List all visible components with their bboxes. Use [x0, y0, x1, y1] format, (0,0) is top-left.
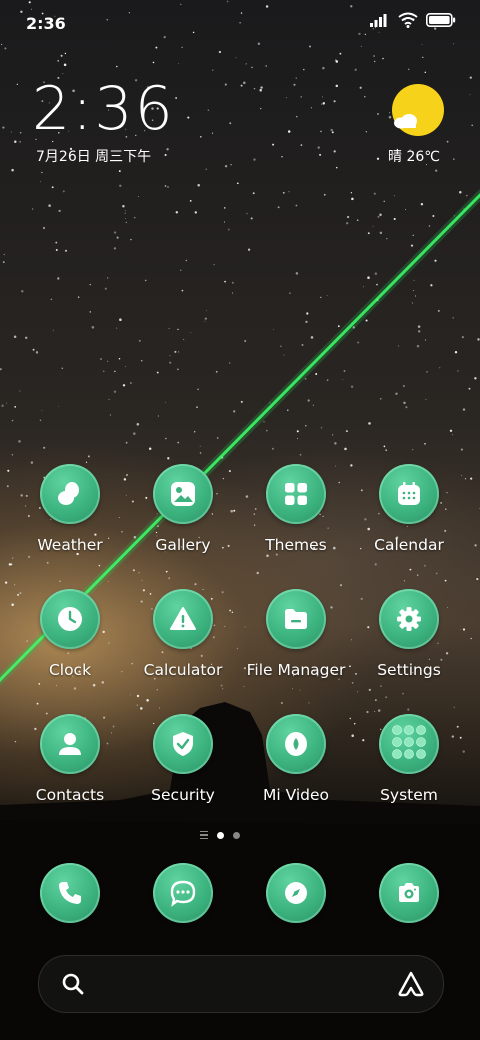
battery-icon — [426, 13, 456, 27]
wifi-icon — [398, 12, 418, 28]
file-manager-icon — [266, 589, 326, 649]
dock-phone[interactable] — [15, 863, 125, 923]
page-list-icon — [200, 831, 208, 840]
gallery-icon — [153, 464, 213, 524]
dock-camera[interactable] — [354, 863, 464, 923]
widget-clock-time[interactable]: 2:36 — [32, 74, 175, 144]
app-label: Themes — [265, 536, 327, 554]
app-label: System — [380, 786, 438, 804]
app-label: Security — [151, 786, 215, 804]
messages-icon — [153, 863, 213, 923]
page-dot-1 — [217, 831, 224, 839]
app-label: Gallery — [155, 536, 211, 554]
contacts-icon — [40, 714, 100, 774]
status-time: 2:36 — [26, 14, 66, 33]
cloud-icon — [394, 114, 417, 129]
app-calculator[interactable]: Calculator — [128, 589, 238, 679]
security-icon — [153, 714, 213, 774]
browser-compass-icon — [266, 863, 326, 923]
search-bar[interactable] — [38, 955, 444, 1013]
app-mi-video[interactable]: Mi Video — [241, 714, 351, 804]
app-contacts[interactable]: Contacts — [15, 714, 125, 804]
app-label: Calendar — [374, 536, 444, 554]
app-gallery[interactable]: Gallery — [128, 464, 238, 554]
system-folder-icon — [379, 714, 439, 774]
app-label: Weather — [37, 536, 103, 554]
app-clock[interactable]: Clock — [15, 589, 125, 679]
page-dot-2 — [233, 831, 240, 839]
themes-icon — [266, 464, 326, 524]
app-label: Calculator — [143, 661, 223, 679]
assistant-icon[interactable] — [397, 970, 425, 998]
weather-icon — [40, 464, 100, 524]
widget-date: 7月26日 周三下午 — [36, 149, 152, 165]
calendar-icon — [379, 464, 439, 524]
phone-icon — [40, 863, 100, 923]
clock-icon — [40, 589, 100, 649]
app-system-folder[interactable]: System — [354, 714, 464, 804]
app-file-manager[interactable]: File Manager — [241, 589, 351, 679]
calculator-icon — [153, 589, 213, 649]
signal-icon — [370, 14, 387, 27]
app-label: Settings — [377, 661, 441, 679]
app-label: Mi Video — [262, 786, 330, 804]
status-icons — [370, 12, 456, 28]
app-themes[interactable]: Themes — [241, 464, 351, 554]
app-label: Clock — [48, 661, 92, 679]
app-security[interactable]: Security — [128, 714, 238, 804]
search-icon — [62, 973, 84, 995]
app-label: Contacts — [35, 786, 105, 804]
weather-summary: 晴 26℃ — [388, 149, 440, 165]
app-calendar[interactable]: Calendar — [354, 464, 464, 554]
dock-browser[interactable] — [241, 863, 351, 923]
app-weather[interactable]: Weather — [15, 464, 125, 554]
camera-icon — [379, 863, 439, 923]
page-indicator[interactable] — [200, 831, 240, 840]
mi-video-icon — [266, 714, 326, 774]
dock-messages[interactable] — [128, 863, 238, 923]
app-label: File Manager — [246, 661, 346, 679]
settings-icon — [379, 589, 439, 649]
app-settings[interactable]: Settings — [354, 589, 464, 679]
